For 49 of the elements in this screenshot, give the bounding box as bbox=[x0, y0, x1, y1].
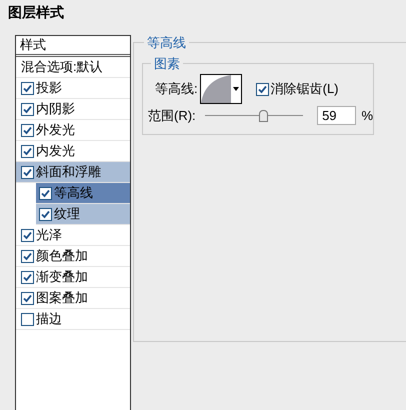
range-value-field[interactable]: 59 bbox=[317, 106, 356, 126]
range-label: 范围(R): bbox=[148, 107, 197, 125]
style-item[interactable]: 渐变叠加 bbox=[16, 267, 130, 288]
range-slider[interactable] bbox=[204, 108, 304, 123]
style-item[interactable]: 斜面和浮雕 bbox=[16, 162, 130, 183]
contour-picker[interactable] bbox=[200, 74, 242, 104]
style-item[interactable]: 内阴影 bbox=[16, 99, 130, 120]
style-item[interactable]: 描边 bbox=[16, 309, 130, 330]
list-header: 样式 bbox=[16, 36, 130, 57]
checkmark-icon bbox=[23, 294, 32, 302]
checkmark-icon bbox=[23, 84, 32, 92]
contour-curve-icon bbox=[200, 75, 231, 103]
style-item[interactable]: 纹理 bbox=[36, 204, 130, 225]
checkmark-icon bbox=[23, 230, 32, 240]
style-item[interactable]: 颜色叠加 bbox=[16, 246, 130, 267]
checkbox[interactable] bbox=[21, 166, 34, 178]
style-item[interactable]: 光泽 bbox=[16, 225, 130, 246]
checkbox[interactable] bbox=[39, 208, 52, 220]
style-item[interactable]: 外发光 bbox=[16, 120, 130, 141]
checkmark-icon bbox=[23, 252, 32, 260]
contour-label: 等高线: bbox=[155, 80, 198, 98]
checkbox[interactable] bbox=[39, 186, 52, 200]
dropdown-caret-icon bbox=[232, 87, 239, 91]
anti-alias-label: 消除锯齿(L) bbox=[270, 80, 339, 98]
checkbox[interactable] bbox=[21, 292, 34, 304]
style-item[interactable]: 图案叠加 bbox=[16, 288, 130, 309]
checkbox[interactable] bbox=[21, 124, 34, 136]
checkbox[interactable] bbox=[256, 82, 269, 96]
checkbox[interactable] bbox=[21, 270, 34, 284]
style-item[interactable]: 等高线 bbox=[36, 183, 130, 204]
checkbox[interactable] bbox=[21, 228, 34, 242]
slider-thumb[interactable] bbox=[258, 110, 268, 122]
checkmark-icon bbox=[41, 210, 50, 218]
style-item[interactable]: 投影 bbox=[16, 78, 130, 99]
checkmark-icon bbox=[23, 168, 32, 176]
checkbox[interactable] bbox=[21, 82, 34, 94]
checkmark-icon bbox=[258, 84, 267, 94]
percent-unit: % bbox=[361, 107, 373, 125]
checkmark-icon bbox=[23, 272, 32, 282]
window-title: 图层样式 bbox=[8, 3, 64, 22]
checkmark-icon bbox=[23, 104, 32, 114]
checkmark-icon bbox=[41, 188, 50, 198]
style-item[interactable]: 混合选项:默认 bbox=[16, 57, 130, 78]
checkmark-icon bbox=[23, 146, 32, 156]
checkbox[interactable] bbox=[21, 250, 34, 262]
checkbox[interactable] bbox=[21, 102, 34, 116]
checkmark-icon bbox=[23, 126, 32, 134]
checkbox[interactable] bbox=[21, 144, 34, 158]
checkbox[interactable] bbox=[21, 312, 34, 326]
